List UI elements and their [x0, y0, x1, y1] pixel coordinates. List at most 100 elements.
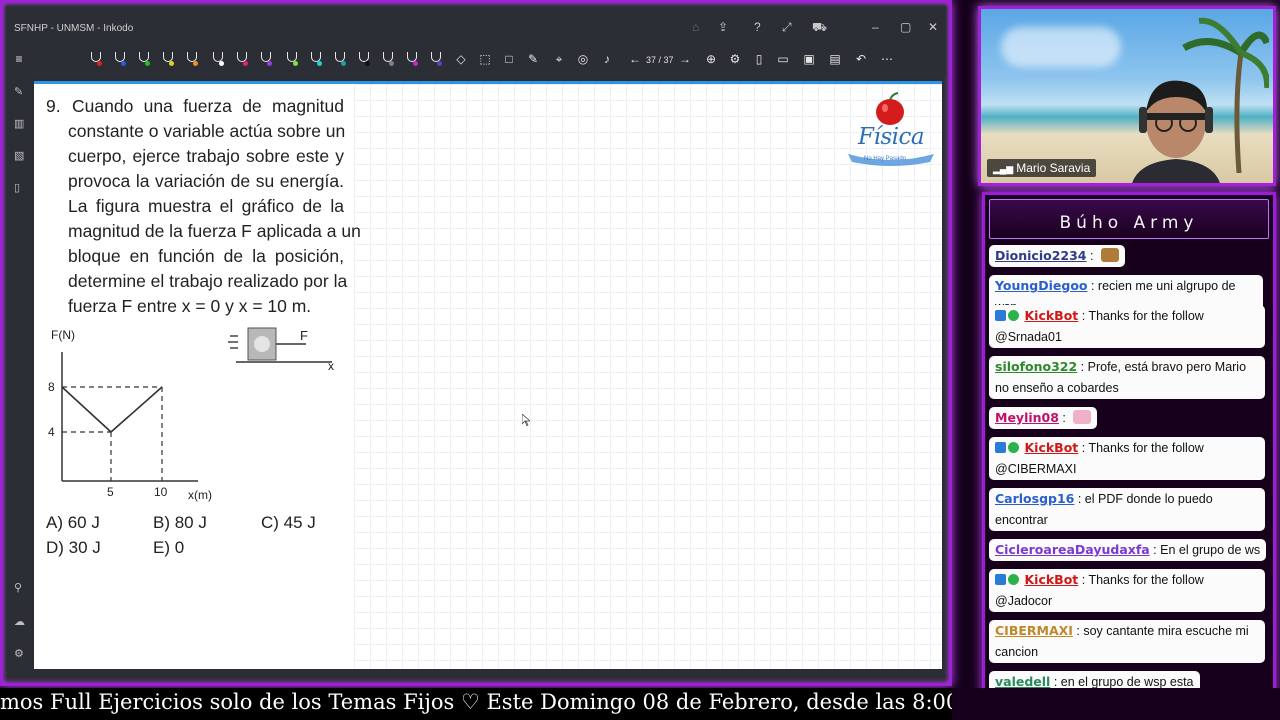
more-options-icon[interactable]: ⋯ — [880, 52, 894, 66]
stream-layout: SFNHP - UNMSM - Inkodo ⌂ ⇪ ? ⤢ ⛟ – ▢ ✕ ≡ — [0, 0, 1280, 720]
document-icon[interactable]: ▯ — [14, 182, 26, 194]
question-line: provoca la variación de su energía. — [68, 171, 344, 191]
pen-orange-icon[interactable] — [186, 52, 198, 66]
chat-username[interactable]: KickBot — [1024, 308, 1078, 323]
pin-icon[interactable]: ⚲ — [14, 582, 26, 594]
question-line: La figura muestra el gráfico de la — [68, 196, 344, 216]
y-tick-4: 4 — [48, 425, 55, 439]
cloud-shape — [1001, 27, 1121, 67]
x-axis-label: x(m) — [188, 488, 212, 502]
question-number: 9. — [46, 96, 61, 116]
chat-username[interactable]: Carlosgp16 — [995, 491, 1074, 506]
pen-pink-icon[interactable] — [236, 52, 248, 66]
chat-text-continued: cancion — [995, 645, 1039, 659]
pen-teal-icon[interactable] — [334, 52, 346, 66]
axis-x-label: x — [328, 359, 334, 373]
force-position-graph: F(N) x(m) 8 4 5 10 — [48, 328, 212, 502]
question-text: 9. Cuando una fuerza de magnitud constan… — [46, 94, 361, 319]
moderator-badge-icon — [995, 574, 1006, 585]
title-bar: SFNHP - UNMSM - Inkodo ⌂ ⇪ ? ⤢ ⛟ – ▢ ✕ — [6, 6, 946, 44]
image-icon[interactable]: ▧ — [14, 150, 26, 162]
menu-icon[interactable]: ≡ — [12, 52, 26, 66]
cloud-icon[interactable]: ☁ — [14, 616, 26, 628]
rectangle-icon[interactable]: □ — [502, 52, 516, 66]
pencil-icon[interactable]: ✎ — [526, 52, 540, 66]
presenter-name-tag: ▂▄▆ Mario Saravia — [987, 159, 1097, 177]
question-panel: 9. Cuando una fuerza de magnitud constan… — [34, 84, 361, 669]
clipboard-icon[interactable]: ▤ — [828, 52, 842, 66]
fisica-logo: Física No Hay Pasado — [842, 92, 938, 178]
y-tick-8: 8 — [48, 380, 55, 394]
y-axis-label: F(N) — [51, 328, 75, 342]
settings-icon[interactable]: ⚙ — [728, 52, 742, 66]
answer-d: D) 30 J — [46, 538, 101, 557]
chat-username[interactable]: KickBot — [1024, 572, 1078, 587]
cart-icon[interactable]: ⛟ — [812, 20, 827, 36]
chat-username[interactable]: silofono322 — [995, 359, 1077, 374]
chat-username[interactable]: CIBERMAXI — [995, 623, 1073, 638]
pen-red-icon[interactable] — [90, 52, 102, 66]
mouse-cursor-icon — [522, 414, 530, 426]
whiteboard-canvas[interactable]: 9. Cuando una fuerza de magnitud constan… — [34, 81, 942, 669]
chat-username[interactable]: Dionicio2234 — [995, 248, 1087, 263]
x-tick-10: 10 — [154, 485, 168, 499]
share-icon[interactable]: ⇪ — [718, 20, 728, 34]
x-tick-5: 5 — [107, 485, 114, 499]
ticker-text: mos Full Ejercicios solo de los Temas Fi… — [0, 690, 952, 714]
question-line: magnitud de la fuerza F aplicada a un — [68, 221, 361, 241]
webcam-feed: ▂▄▆ Mario Saravia — [978, 6, 1276, 186]
help-icon[interactable]: ? — [754, 20, 761, 34]
chat-text: : — [1058, 411, 1066, 425]
pen-white-icon[interactable] — [212, 52, 224, 66]
pen-blue-icon[interactable] — [114, 52, 126, 66]
chat-username[interactable]: CicleroareaDayudaxfa — [995, 542, 1150, 557]
chat-message: KickBot : Thanks for the follow @CIBERMA… — [989, 437, 1265, 480]
close-icon[interactable]: ✕ — [928, 20, 938, 34]
chat-text: : en el grupo de wsp esta — [1050, 675, 1194, 689]
save-icon[interactable]: ▣ — [802, 52, 816, 66]
chat-title: Búho Army — [1059, 213, 1199, 233]
new-page-icon[interactable]: ▯ — [752, 52, 766, 66]
eraser-icon[interactable]: ◇ — [454, 52, 468, 66]
next-page-icon[interactable]: → — [678, 52, 692, 66]
whiteboard-app-window: SFNHP - UNMSM - Inkodo ⌂ ⇪ ? ⤢ ⛟ – ▢ ✕ ≡ — [0, 0, 952, 686]
pen-magenta-icon[interactable] — [406, 52, 418, 66]
maximize-icon[interactable]: ▢ — [900, 20, 911, 34]
microphone-icon[interactable]: ♪ — [600, 52, 614, 66]
globe-icon[interactable]: ◎ — [576, 52, 590, 66]
pen-black-icon[interactable] — [358, 52, 370, 66]
expand-icon[interactable]: ⤢ — [782, 20, 792, 35]
home-icon[interactable]: ⌂ — [692, 20, 699, 34]
pen-purple-icon[interactable] — [260, 52, 272, 66]
gear-icon[interactable]: ⚙ — [14, 648, 26, 660]
zoom-icon[interactable]: ⊕ — [704, 52, 718, 66]
minimize-icon[interactable]: – — [872, 20, 879, 34]
chat-username[interactable]: YoungDiegoo — [995, 278, 1088, 293]
chat-message: KickBot : Thanks for the follow @Jadocor — [989, 569, 1265, 612]
pen-gray-icon[interactable] — [382, 52, 394, 66]
logo-word: Física — [858, 124, 925, 150]
chat-username[interactable]: KickBot — [1024, 440, 1078, 455]
window-title: SFNHP - UNMSM - Inkodo — [14, 23, 134, 34]
open-folder-icon[interactable]: ▭ — [776, 52, 790, 66]
undo-icon[interactable]: ↶ — [854, 52, 868, 66]
chat-text: : soy cantante mira escuche mi — [1072, 624, 1249, 638]
previous-page-icon[interactable]: ← — [628, 52, 642, 66]
laser-icon[interactable]: ⌖ — [552, 52, 566, 66]
chat-username[interactable]: valedell — [995, 674, 1050, 689]
question-line: fuerza F entre x = 0 y x = 10 m. — [68, 296, 312, 316]
library-icon[interactable]: ▥ — [14, 118, 26, 130]
pen-yellow-icon[interactable] — [162, 52, 174, 66]
pen-green-icon[interactable] — [138, 52, 150, 66]
pen-lime-icon[interactable] — [286, 52, 298, 66]
moderator-badge-icon — [995, 310, 1006, 321]
pen-cyan-icon[interactable] — [310, 52, 322, 66]
announcement-ticker: mos Full Ejercicios solo de los Temas Fi… — [0, 688, 952, 720]
chat-panel: Búho Army Dionicio2234 : YoungDiegoo : r… — [982, 192, 1276, 708]
chat-username[interactable]: Meylin08 — [995, 410, 1059, 425]
brush-icon[interactable]: ✎ — [14, 86, 26, 98]
pen-violet-icon[interactable] — [430, 52, 442, 66]
chat-text-continued: @Srnada01 — [995, 330, 1062, 344]
select-icon[interactable]: ⬚ — [478, 52, 492, 66]
chat-message: Dionicio2234 : — [989, 245, 1125, 267]
